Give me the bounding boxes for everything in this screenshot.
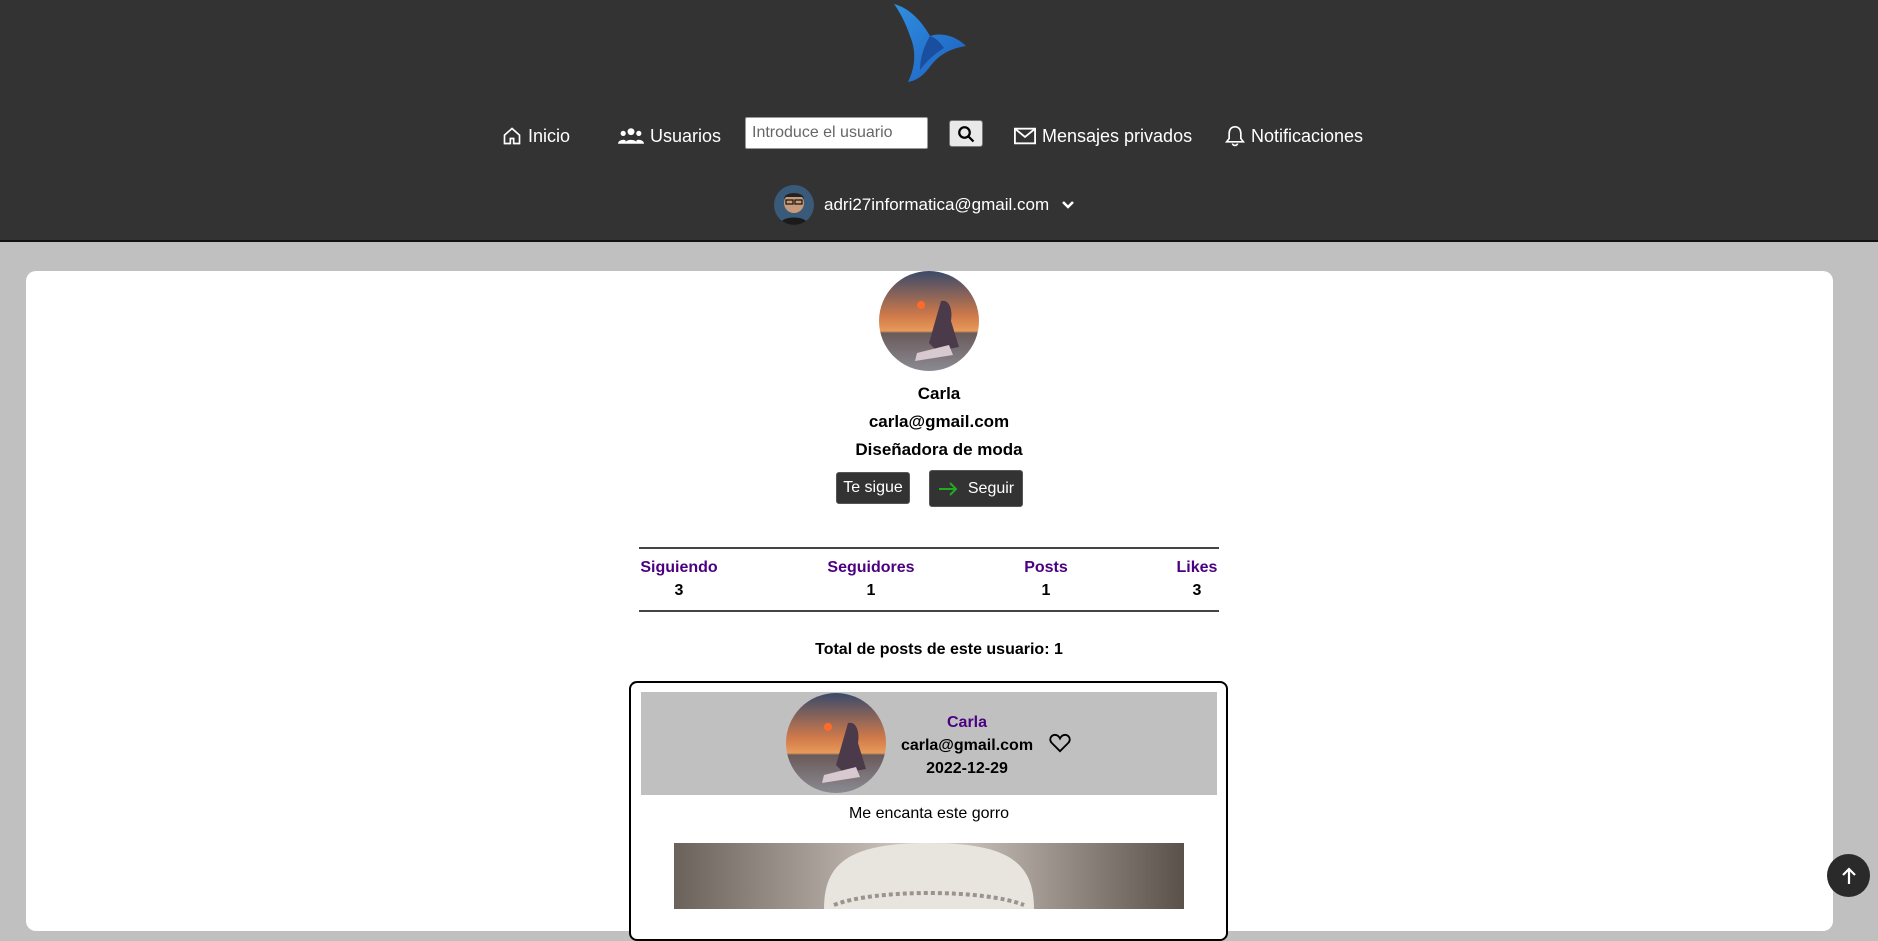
profile-name: Carla xyxy=(917,384,961,403)
nav-messages-label: Mensajes privados xyxy=(1042,125,1193,146)
stat-followers[interactable]: Seguidores 1 xyxy=(822,559,920,600)
stat-posts-value: 1 xyxy=(1041,582,1051,599)
post-author-email: carla@gmail.com xyxy=(900,737,1034,754)
follow-button-label: Seguir xyxy=(967,479,1015,497)
follows-you-label: Te sigue xyxy=(843,479,903,496)
scroll-to-top-button[interactable] xyxy=(1827,854,1870,897)
post-author-name[interactable]: Carla xyxy=(890,711,1044,734)
nav-users[interactable]: Usuarios xyxy=(618,118,721,154)
chevron-down-icon[interactable] xyxy=(1061,200,1075,210)
stat-following[interactable]: Siguiendo 3 xyxy=(639,559,719,600)
search-button[interactable] xyxy=(949,120,983,147)
user-avatar xyxy=(774,185,814,225)
post-author-avatar[interactable] xyxy=(786,693,886,793)
bell-icon xyxy=(1225,125,1245,147)
nav-notifications[interactable]: Notificaciones xyxy=(1225,118,1363,154)
stat-followers-label: Seguidores xyxy=(827,559,915,576)
search-icon xyxy=(958,125,975,142)
app-logo[interactable] xyxy=(890,2,970,84)
users-icon xyxy=(618,128,644,144)
stat-posts-label: Posts xyxy=(1024,559,1068,576)
nav-users-label: Usuarios xyxy=(650,125,722,146)
search-input[interactable] xyxy=(745,117,928,149)
nav-private-messages[interactable]: Mensajes privados xyxy=(1014,118,1192,154)
stat-likes[interactable]: Likes 3 xyxy=(1172,559,1222,600)
post-text: Me encanta este gorro xyxy=(848,805,1010,822)
account-menu[interactable]: adri27informatica@gmail.com xyxy=(774,185,1075,225)
stats-divider-bottom xyxy=(639,610,1219,612)
follow-button[interactable]: Seguir xyxy=(929,470,1023,507)
heart-icon[interactable] xyxy=(1049,733,1071,753)
post-image xyxy=(674,843,1184,909)
nav-home[interactable]: Inicio xyxy=(502,118,570,154)
profile-avatar xyxy=(879,271,979,371)
follows-you-badge: Te sigue xyxy=(836,472,910,504)
arrow-right-icon xyxy=(938,481,958,496)
stat-posts[interactable]: Posts 1 xyxy=(1018,559,1074,600)
stats-divider-top xyxy=(639,547,1219,549)
stat-likes-value: 3 xyxy=(1192,582,1202,599)
profile-email: carla@gmail.com xyxy=(868,412,1010,431)
home-icon xyxy=(503,127,521,145)
mail-icon xyxy=(1014,127,1036,145)
profile-bio: Diseñadora de moda xyxy=(855,440,1023,459)
total-posts-text: Total de posts de este usuario: 1 xyxy=(815,641,1063,658)
stat-followers-value: 1 xyxy=(866,582,876,599)
arrow-up-icon xyxy=(1841,866,1856,884)
nav-home-label: Inicio xyxy=(528,125,571,146)
nav-notifications-label: Notificaciones xyxy=(1251,125,1364,146)
post-date: 2022-12-29 xyxy=(926,760,1008,777)
stat-likes-label: Likes xyxy=(1176,559,1218,576)
post-meta: Carla carla@gmail.com 2022-12-29 xyxy=(890,711,1044,780)
account-email: adri27informatica@gmail.com xyxy=(824,195,1050,214)
stat-following-label: Siguiendo xyxy=(640,559,718,576)
stat-following-value: 3 xyxy=(674,582,684,599)
